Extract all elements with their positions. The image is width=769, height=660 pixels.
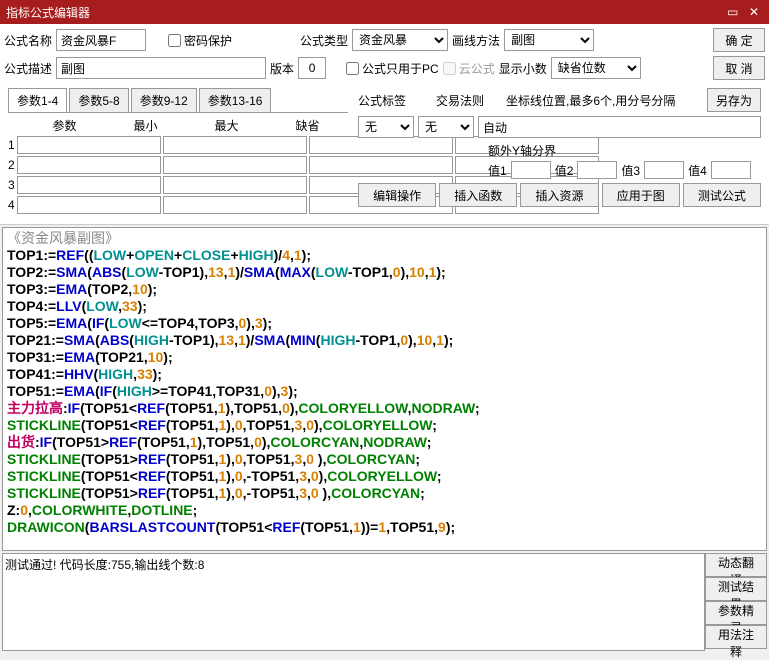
tab-params-5-8[interactable]: 参数5-8 <box>69 88 128 112</box>
type-select[interactable]: 资金风暴 <box>352 29 448 51</box>
col-max: 最大 <box>186 117 267 134</box>
minimize-icon[interactable]: ▭ <box>724 5 742 19</box>
dyn-trans-button[interactable]: 动态翻译 <box>705 553 767 577</box>
draw-select[interactable]: 副图 <box>504 29 594 51</box>
window-title: 指标公式编辑器 <box>6 4 90 21</box>
pc-only-checkbox[interactable]: 公式只用于PC <box>346 60 439 77</box>
test-res-button[interactable]: 测试结果 <box>705 577 767 601</box>
param-wiz-button[interactable]: 参数精灵 <box>705 601 767 625</box>
rule-select[interactable]: 无 <box>418 116 474 138</box>
test-fml-button[interactable]: 测试公式 <box>683 183 761 207</box>
apply-chart-button[interactable]: 应用于图 <box>602 183 680 207</box>
param-cell[interactable] <box>17 176 161 194</box>
ins-fn-button[interactable]: 插入函数 <box>439 183 517 207</box>
label-ver: 版本 <box>270 60 294 77</box>
status-output: 测试通过! 代码长度:755,输出线个数:8 <box>2 553 705 651</box>
dec-select[interactable]: 缺省位数 <box>551 57 641 79</box>
saveas-button[interactable]: 另存为 <box>707 88 761 112</box>
tab-params-9-12[interactable]: 参数9-12 <box>131 88 197 112</box>
label-coord: 坐标线位置,最多6个,用分号分隔 <box>506 92 675 109</box>
y-val3[interactable] <box>644 161 684 179</box>
tab-params-13-16[interactable]: 参数13-16 <box>199 88 272 112</box>
coord-input[interactable] <box>478 116 761 138</box>
ok-button[interactable]: 确 定 <box>713 28 765 52</box>
name-input[interactable] <box>56 29 146 51</box>
usage-button[interactable]: 用法注释 <box>705 625 767 649</box>
y-val2[interactable] <box>577 161 617 179</box>
label-tag: 公式标签 <box>358 92 406 109</box>
col-param: 参数 <box>24 117 105 134</box>
col-default: 缺省 <box>267 117 348 134</box>
label-showdec: 显示小数 <box>499 60 547 77</box>
label-draw: 画线方法 <box>452 32 500 49</box>
col-min: 最小 <box>105 117 186 134</box>
cancel-button[interactable]: 取 消 <box>713 56 765 80</box>
tag-select[interactable]: 无 <box>358 116 414 138</box>
edit-op-button[interactable]: 编辑操作 <box>358 183 436 207</box>
code-editor[interactable]: 《资金风暴副图》 TOP1:=REF((LOW+OPEN+CLOSE+HIGH)… <box>2 227 767 551</box>
y-val1[interactable] <box>511 161 551 179</box>
ver-input[interactable] <box>298 57 326 79</box>
label-desc: 公式描述 <box>4 60 52 77</box>
ins-res-button[interactable]: 插入资源 <box>520 183 598 207</box>
cloud-checkbox: 云公式 <box>443 60 495 77</box>
close-icon[interactable]: ✕ <box>745 5 763 19</box>
label-rule: 交易法则 <box>436 92 484 109</box>
param-cell[interactable] <box>17 156 161 174</box>
pwd-checkbox[interactable]: 密码保护 <box>168 32 232 49</box>
desc-input[interactable] <box>56 57 266 79</box>
label-name: 公式名称 <box>4 32 52 49</box>
y-val4[interactable] <box>711 161 751 179</box>
param-cell[interactable] <box>17 136 161 154</box>
param-cell[interactable] <box>17 196 161 214</box>
label-type: 公式类型 <box>300 32 348 49</box>
label-extray: 额外Y轴分界 <box>488 142 761 159</box>
tab-params-1-4[interactable]: 参数1-4 <box>8 88 67 112</box>
